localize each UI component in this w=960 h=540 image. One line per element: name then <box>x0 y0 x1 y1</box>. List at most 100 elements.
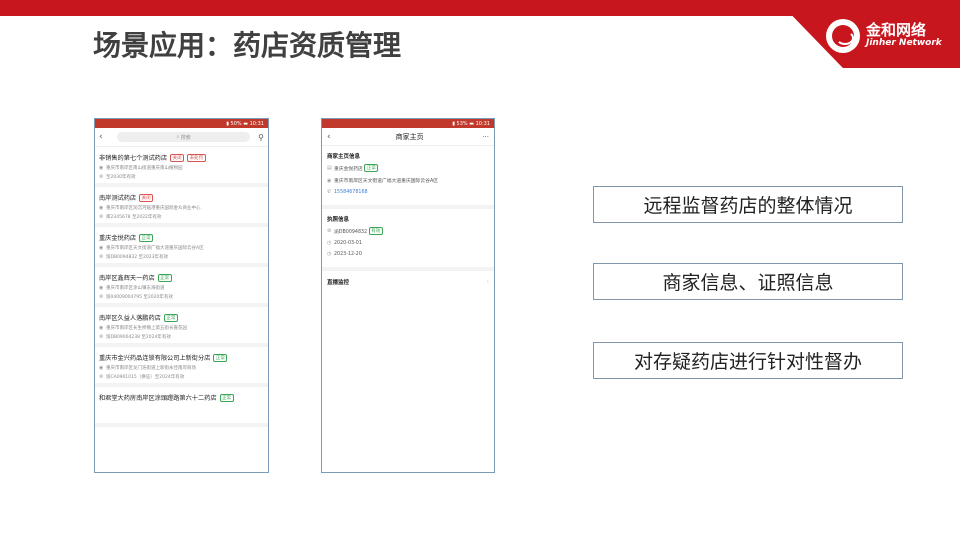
store-address-line: ◉ 重庆市南岸区天文街道广福大道重庆国际云谷A区 <box>99 245 264 251</box>
license-status-badge: 有效 <box>368 227 383 235</box>
store-address-line: ◉ 重庆市南岸区南山街道重庆南山植物园 <box>99 165 264 171</box>
store-name-line: 重庆市金兴药品连锁有限公司上新街分店 正常 <box>99 353 264 362</box>
location-icon: ◉ <box>99 325 104 331</box>
store-name: 南岸测试药店 <box>99 195 137 202</box>
location-icon: ◉ <box>99 205 104 211</box>
status-bar: ▮ 53% ▬ 10:31 <box>322 119 494 128</box>
store-license-line: ⊜ 至2030年有效 <box>99 174 264 180</box>
store-license-line: ⊜ 库2345678 至2022年有效 <box>99 214 264 220</box>
store-address-line: ◉ 重庆市南岸区润沉河临港重庆国际金众商业中心 <box>99 205 264 211</box>
store-name-line: 重庆金悦药店 正常 <box>99 233 264 242</box>
store-name-line: 南岸区久益人落鹏药店 正常 <box>99 313 264 322</box>
license-icon: ⊜ <box>99 174 104 180</box>
license-end-line: ◷ 2023-12-20 <box>327 251 489 257</box>
store-name: 南岸区鑫辉天一药店 <box>99 275 155 282</box>
store-address-line: ◉ 重庆市南岸区涂山镇东海街道 <box>99 285 264 291</box>
merchant-info-section: 商家主页信息 ▤ 重庆金悦药店 正常 ◉ 重庆市南岸区天文街道广福大道重庆国际云… <box>322 146 494 202</box>
store-license: 库2345678 至2022年有效 <box>106 215 162 220</box>
store-name: 重庆金悦药店 <box>99 235 137 242</box>
store-address: 重庆市南岸区天文街道广福大道重庆国际云谷A区 <box>106 246 204 251</box>
calendar-icon: ◷ <box>327 251 332 257</box>
status-bar: ▮ 50% ▬ 10:31 <box>95 119 268 128</box>
store-name: 重庆市金兴药品连锁有限公司上新街分店 <box>99 355 211 362</box>
back-icon[interactable]: ‹ <box>99 132 109 142</box>
more-icon[interactable]: ··· <box>482 133 489 141</box>
store-license: 至2030年有效 <box>106 175 136 180</box>
store-list: 非销售的第七个测试药店 关闭 未处罚 ◉ 重庆市南岸区南山街道重庆南山植物园 ⊜ 至2030… <box>95 147 268 427</box>
status-badge: 正常 <box>139 233 154 242</box>
merchant-section-title: 商家主页信息 <box>327 154 361 160</box>
jinher-logo: 金和网络 Jinher Network <box>826 19 942 53</box>
calendar-icon: ◷ <box>327 240 332 246</box>
store-list-item[interactable]: 南岸测试药店 关闭 ◉ 重庆市南岸区润沉河临港重庆国际金众商业中心 ⊜ 库2345678 … <box>95 187 268 227</box>
location-icon: ◉ <box>99 365 104 371</box>
merchant-name: 重庆金悦药店 <box>334 166 363 172</box>
store-list-item[interactable]: 非销售的第七个测试药店 关闭 未处罚 ◉ 重庆市南岸区南山街道重庆南山植物园 ⊜ 至2030… <box>95 147 268 187</box>
status-badge: 未处罚 <box>187 153 206 162</box>
nav-title: 商家主页 <box>395 132 424 141</box>
license-icon: ⊜ <box>99 334 104 340</box>
store-icon: ▤ <box>327 165 332 171</box>
phone-merchant-detail: ▮ 53% ▬ 10:31 ‹ 商家主页 ··· 商家主页信息 ▤ 重庆金悦药店… <box>321 118 495 473</box>
store-list-item[interactable]: 重庆金悦药店 正常 ◉ 重庆市南岸区天文街道广福大道重庆国际云谷A区 ⊜ 渝DB00948… <box>95 227 268 267</box>
store-list-item[interactable]: 和君堂大药房南岸区涂頭蹬路第六十二药店 正常 <box>95 387 268 427</box>
location-icon: ◉ <box>327 177 332 184</box>
back-icon[interactable]: ‹ <box>327 132 337 142</box>
license-icon: ⊜ <box>327 228 332 234</box>
store-name: 非销售的第七个测试药店 <box>99 155 168 162</box>
store-address: 重庆市南岸区涂山镇东海街道 <box>106 286 165 291</box>
search-placeholder: 搜索 <box>180 134 191 141</box>
feature-box-remote-supervision: 远程监督药店的整体情况 <box>593 186 903 223</box>
location-icon: ◉ <box>99 245 104 251</box>
location-icon: ◉ <box>99 285 104 291</box>
license-no-line: ⊜ 渝DB0094832 有效 <box>327 227 489 235</box>
store-address-line: ◉ 重庆市南岸区龙门浩街道上新街永佳南岸商场 <box>99 365 264 371</box>
search-row: ‹ ⌕ 搜索 ⚲ <box>95 128 268 147</box>
license-icon: ⊜ <box>99 214 104 220</box>
live-monitor-label: 直播监控 <box>327 280 350 286</box>
license-info-section: 执照信息 ⊜ 渝DB0094832 有效 ◷ 2020-03-01 ◷ 2023… <box>322 209 494 264</box>
chevron-right-icon: › <box>486 279 489 285</box>
merchant-phone[interactable]: 15584678168 <box>334 190 368 195</box>
store-address: 重庆市南岸区南山街道重庆南山植物园 <box>106 166 183 171</box>
store-address-line: ◉ 重庆市南岸区长生桥镇上第五街长嘉花园 <box>99 325 264 331</box>
feature-box-targeted-supervision: 对存疑药店进行针对性督办 <box>593 342 903 379</box>
store-license: 渝DB0094832 至2023年有效 <box>106 255 168 260</box>
store-list-item[interactable]: 南岸区久益人落鹏药店 正常 ◉ 重庆市南岸区长生桥镇上第五街长嘉花园 ⊜ 渝DB09004… <box>95 307 268 347</box>
phone-icon: ✆ <box>327 189 332 195</box>
store-license-line: ⊜ 渝CA0901015（换证）至2024年有效 <box>99 374 264 380</box>
status-badge: 正常 <box>163 313 178 322</box>
store-list-item[interactable]: 重庆市金兴药品连锁有限公司上新街分店 正常 ◉ 重庆市南岸区龙门浩街道上新街永佳南岸商… <box>95 347 268 387</box>
merchant-status-badge: 正常 <box>364 164 379 172</box>
merchant-name-line: ▤ 重庆金悦药店 正常 <box>327 164 489 172</box>
store-license: 渝CA0901015（换证）至2024年有效 <box>106 375 185 380</box>
store-address: 重庆市南岸区长生桥镇上第五街长嘉花园 <box>106 326 187 331</box>
store-license-line: ⊜ 渝DB09004238 至2024年有效 <box>99 334 264 340</box>
search-input[interactable]: ⌕ 搜索 <box>117 132 251 142</box>
logo-cn-text: 金和网络 <box>866 21 927 40</box>
nav-bar: ‹ 商家主页 ··· <box>322 128 494 146</box>
merchant-address-line: ◉ 重庆市南岸区天文街道广福大道重庆国际云谷A区 <box>327 177 489 185</box>
license-start-line: ◷ 2020-03-01 <box>327 240 489 246</box>
license-icon: ⊜ <box>99 374 104 380</box>
logo-en-text: Jinher Network <box>866 38 942 49</box>
merchant-phone-line[interactable]: ✆ 15584678168 <box>327 189 489 195</box>
license-icon: ⊜ <box>99 254 104 260</box>
status-badge: 正常 <box>157 273 172 282</box>
status-badge: 关闭 <box>170 153 185 162</box>
filter-icon[interactable]: ⚲ <box>258 133 264 142</box>
store-name-line: 和君堂大药房南岸区涂頭蹬路第六十二药店 正常 <box>99 393 264 402</box>
store-list-item[interactable]: 南岸区鑫辉天一药店 正常 ◉ 重庆市南岸区涂山镇东海街道 ⊜ 渝04009004795 至… <box>95 267 268 307</box>
store-address: 重庆市南岸区龙门浩街道上新街永佳南岸商场 <box>106 366 196 371</box>
status-badge: 正常 <box>213 353 228 362</box>
store-name: 和君堂大药房南岸区涂頭蹬路第六十二药店 <box>99 395 217 402</box>
store-name-line: 非销售的第七个测试药店 关闭 未处罚 <box>99 153 264 162</box>
store-license: 渝DB09004238 至2024年有效 <box>106 335 171 340</box>
status-badge: 正常 <box>219 393 234 402</box>
live-monitor-row[interactable]: 直播监控 › <box>322 271 494 293</box>
store-name-line: 南岸区鑫辉天一药店 正常 <box>99 273 264 282</box>
store-license-line: ⊜ 渝DB0094832 至2023年有效 <box>99 254 264 260</box>
store-license-line: ⊜ 渝04009004795 至2020年有效 <box>99 294 264 300</box>
logo-globe-icon <box>826 19 860 53</box>
license-section-title: 执照信息 <box>327 217 350 223</box>
